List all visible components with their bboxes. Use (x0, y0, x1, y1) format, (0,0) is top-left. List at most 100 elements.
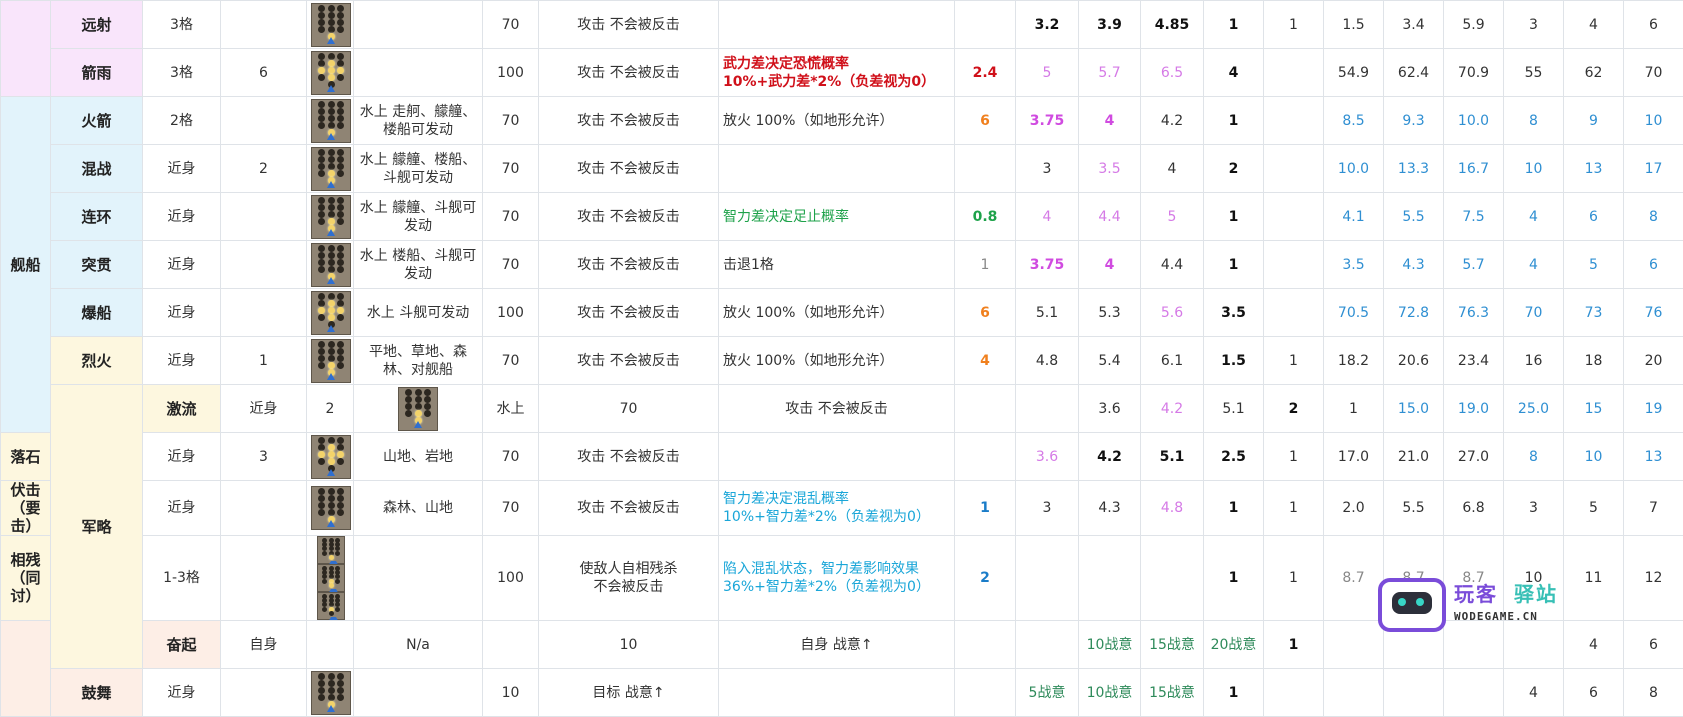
range-cell: 3格 (143, 49, 221, 97)
range-cell: 3格 (143, 1, 221, 49)
effect-cell: 攻击 不会被反击 (539, 49, 719, 97)
effect-cell: 攻击 不会被反击 (719, 385, 955, 433)
level1-cell: 4.8 (1016, 337, 1079, 385)
table-row: 爆船近身水上 斗舰可发动100攻击 不会被反击放火 100%（如地形允许）65.… (1, 289, 1683, 337)
range-grid-icon (311, 147, 351, 191)
coefficient-cell (1016, 385, 1079, 433)
stat-c-cell: 5.7 (1444, 241, 1504, 289)
stat-e-cell: 62 (1564, 49, 1624, 97)
stat-e-cell: 6 (1564, 669, 1624, 717)
stat-a-cell: 3.5 (1324, 241, 1384, 289)
skill-name: 火箭 (51, 97, 143, 145)
stat-e-cell: 73 (1564, 289, 1624, 337)
stat-d-cell: 8 (1504, 433, 1564, 481)
flag-cell: 1 (1324, 385, 1384, 433)
pattern-cell (307, 193, 354, 241)
table-row: 伏击（要击）近身森林、山地70攻击 不会被反击智力差决定混乱概率 10%+智力差… (1, 481, 1683, 536)
stat-c-cell (1444, 669, 1504, 717)
value-cell: 2 (307, 385, 354, 433)
multiplier-cell: 3.5 (1204, 289, 1264, 337)
range-grid-icon (311, 339, 351, 383)
multiplier-cell: 1 (1204, 97, 1264, 145)
description-cell: 陷入混乱状态，智力差影响效果 36%+智力差*2%（负差视为0） (719, 536, 955, 621)
range-cell: 2格 (143, 97, 221, 145)
level1-cell: 3.2 (1016, 1, 1079, 49)
stat-e-cell: 18 (1564, 337, 1624, 385)
level3-cell: 6.5 (1141, 49, 1204, 97)
level3-cell: 5.6 (1141, 289, 1204, 337)
pattern-cell (307, 433, 354, 481)
level1-cell: 3.6 (1079, 385, 1141, 433)
level1-cell (1016, 536, 1079, 621)
coefficient-cell: 1 (955, 481, 1016, 536)
terrain-cell: 平地、草地、森林、对舰船 (354, 337, 483, 385)
stat-e-cell: 19 (1624, 385, 1683, 433)
multiplier-cell: 1 (1204, 241, 1264, 289)
stat-b-cell: 9.3 (1384, 97, 1444, 145)
stat-f-cell: 76 (1624, 289, 1683, 337)
range-grid-icon (311, 486, 351, 530)
stat-a-cell: 1.5 (1324, 1, 1384, 49)
flag-cell: 1 (1264, 337, 1324, 385)
terrain-cell: 水上 斗舰可发动 (354, 289, 483, 337)
stat-b-cell: 5.5 (1384, 193, 1444, 241)
range-grid-icon (311, 291, 351, 335)
flag-cell (1264, 289, 1324, 337)
stat-f-cell: 70 (1624, 49, 1683, 97)
skill-name: 箭雨 (51, 49, 143, 97)
level1-cell: 3.6 (1016, 433, 1079, 481)
effect-cell: 攻击 不会被反击 (539, 337, 719, 385)
level2-cell (1079, 536, 1141, 621)
level1-cell: 5战意 (1016, 669, 1079, 717)
terrain-cell: 森林、山地 (354, 481, 483, 536)
skill-name: 落石 (1, 433, 51, 481)
table-row: 舰船火箭2格水上 走舸、艨艟、楼船可发动70攻击 不会被反击放火 100%（如地… (1, 97, 1683, 145)
terrain-cell: 水上 走舸、艨艟、楼船可发动 (354, 97, 483, 145)
level3-cell: 4.4 (1141, 241, 1204, 289)
terrain-cell (354, 49, 483, 97)
level3-cell: 5.1 (1141, 433, 1204, 481)
stat-f-cell: 6 (1624, 241, 1683, 289)
stat-b-cell: 3.4 (1384, 1, 1444, 49)
level1-cell: 5 (1016, 49, 1079, 97)
stat-d-cell: 4 (1504, 241, 1564, 289)
flag-cell (1324, 621, 1384, 669)
range-cell: 自身 (221, 621, 307, 669)
cost-cell: 100 (483, 49, 539, 97)
multiplier-cell: 2 (1264, 385, 1324, 433)
description-cell: 放火 100%（如地形允许） (719, 97, 955, 145)
stat-f-cell: 6 (1624, 1, 1683, 49)
description-cell: 击退1格 (719, 241, 955, 289)
stat-d-cell: 70 (1504, 289, 1564, 337)
table-row: 烈火近身1平地、草地、森林、对舰船70攻击 不会被反击放火 100%（如地形允许… (1, 337, 1683, 385)
flag-cell: 1 (1264, 536, 1324, 621)
pattern-cell (307, 669, 354, 717)
level1-cell: 5.1 (1016, 289, 1079, 337)
description-cell (719, 433, 955, 481)
stat-b-cell: 5.5 (1384, 481, 1444, 536)
stat-b-cell: 19.0 (1444, 385, 1504, 433)
stat-c-cell: 5.9 (1444, 1, 1504, 49)
coefficient-cell (1016, 621, 1079, 669)
table-row: 箭雨3格6100攻击 不会被反击武力差决定恐慌概率 10%+武力差*2%（负差视… (1, 49, 1683, 97)
coefficient-cell: 0.8 (955, 193, 1016, 241)
value-cell: 2 (221, 145, 307, 193)
watermark-logo: 玩客 驿站 WODEGAME.CN (1378, 578, 1683, 658)
level1-cell: 3 (1016, 481, 1079, 536)
description-cell (955, 385, 1016, 433)
range-grid-icon (311, 671, 351, 715)
stat-c-cell: 76.3 (1444, 289, 1504, 337)
skill-name: 烈火 (51, 337, 143, 385)
level2-cell: 15战意 (1141, 621, 1204, 669)
coefficient-cell (955, 1, 1016, 49)
coefficient-cell (955, 433, 1016, 481)
stat-f-cell: 17 (1624, 145, 1683, 193)
category-cell (1, 1, 51, 97)
level2-cell: 4.3 (1079, 481, 1141, 536)
range-cell: 近身 (143, 481, 221, 536)
effect-cell: 自身 战意↑ (719, 621, 955, 669)
multiplier-cell: 4 (1204, 49, 1264, 97)
description-cell: 放火 100%（如地形允许） (719, 289, 955, 337)
range-grid-icon (311, 99, 351, 143)
range-grid-icon (317, 592, 345, 620)
